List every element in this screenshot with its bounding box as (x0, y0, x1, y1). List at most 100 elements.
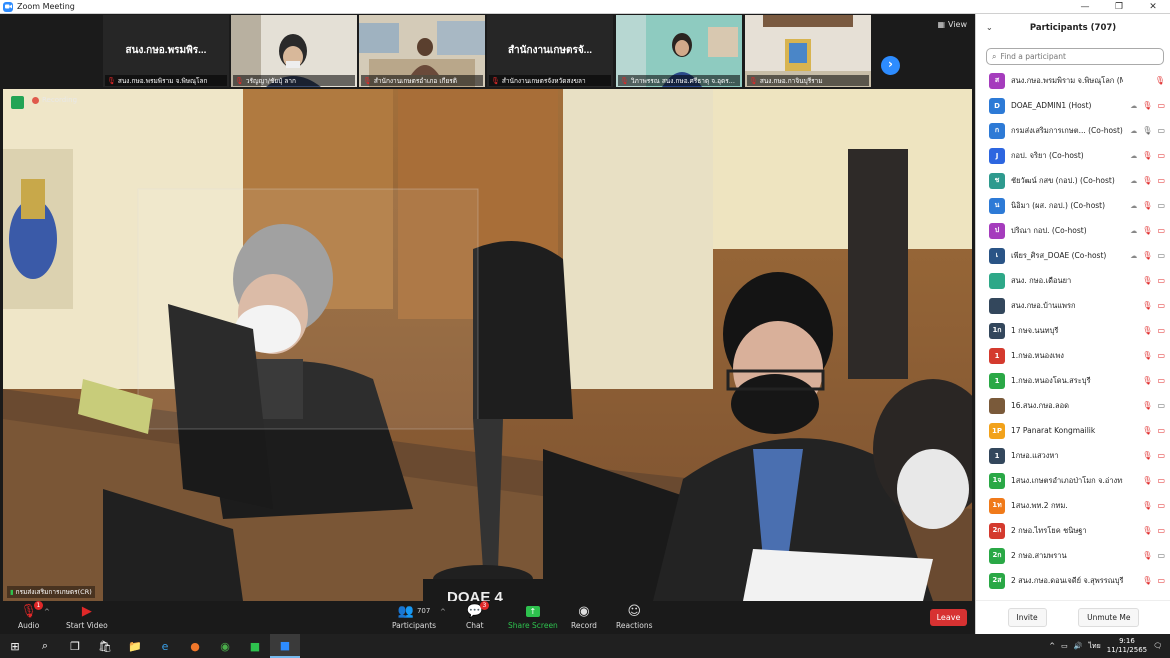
firefox-icon[interactable]: ● (180, 634, 210, 658)
zoom-icon[interactable]: ■ (270, 634, 300, 658)
explorer-icon[interactable]: 📁 (120, 634, 150, 658)
camera-off-icon[interactable]: ▭ (1157, 501, 1165, 510)
participant-row[interactable]: ช ชัยวัฒน์ กสข (กอป.) (Co-host) ☁ 🎙 ▭ (976, 168, 1170, 193)
gallery-tile[interactable]: 🎙 วิภาพรรณ สนง.กษอ.ศรีธาตุ จ.อุดร... (616, 15, 742, 87)
participant-row[interactable]: 1ก 1 กษจ.นนทบุรี 🎙 ▭ (976, 318, 1170, 343)
camera-on-icon[interactable]: ▭ (1157, 251, 1165, 260)
gallery-tile[interactable]: สำนักงานเกษตรจั... 🎙 สำนักงานเกษตรจังหวัด… (487, 15, 613, 87)
participant-row[interactable]: 2ส 2 สนง.กษอ.ดอนเจดีย์ จ.สุพรรณบุรี 🎙 ▭ (976, 568, 1170, 593)
camera-off-icon[interactable]: ▭ (1157, 451, 1165, 460)
audio-options-caret-icon[interactable]: ^ (44, 608, 50, 616)
edge-icon[interactable]: e (150, 634, 180, 658)
camera-off-icon[interactable]: ▭ (1157, 376, 1165, 385)
start-icon[interactable]: ⊞ (0, 634, 30, 658)
close-window-button[interactable]: ✕ (1136, 0, 1170, 14)
camera-on-icon[interactable]: ▭ (1157, 551, 1165, 560)
participant-row[interactable]: 1ท 1สนง.พท.2 กทม. 🎙 ▭ (976, 493, 1170, 518)
camera-off-icon[interactable]: ▭ (1157, 226, 1165, 235)
mic-muted-icon[interactable]: 🎙 (1142, 551, 1152, 560)
minimize-button[interactable]: — (1068, 0, 1102, 14)
participant-search-input[interactable] (1000, 52, 1151, 61)
camera-on-icon[interactable]: ▭ (1157, 201, 1165, 210)
camera-on-icon[interactable]: ▭ (1157, 126, 1165, 135)
participant-row[interactable]: ส สนง.กษอ.พรมพิราม จ.พิษณุโลก (Me) 🎙 (976, 68, 1170, 93)
maximize-button[interactable]: ❐ (1102, 0, 1136, 14)
camera-off-icon[interactable]: ▭ (1157, 101, 1165, 110)
audio-button[interactable]: 🎙 1 Audio (18, 601, 43, 630)
unmute-me-button[interactable]: Unmute Me (1078, 608, 1140, 627)
mic-muted-icon[interactable]: 🎙 (1142, 151, 1152, 160)
mic-muted-icon[interactable]: 🎙 (1142, 476, 1152, 485)
mic-muted-icon[interactable]: 🎙 (1155, 76, 1165, 85)
mic-muted-icon[interactable]: 🎙 (1142, 576, 1152, 585)
camera-off-icon[interactable]: ▭ (1157, 351, 1165, 360)
next-page-arrow-icon[interactable]: › (881, 56, 900, 75)
camera-off-icon[interactable]: ▭ (1157, 276, 1165, 285)
camera-off-icon[interactable]: ▭ (1157, 151, 1165, 160)
participant-row[interactable]: D DOAE_ADMIN1 (Host) ☁ 🎙 ▭ (976, 93, 1170, 118)
participant-row[interactable]: ก กรมส่งเสริมการเกษต... (Co-host) ☁ 🎙 ▭ (976, 118, 1170, 143)
mic-muted-icon[interactable]: 🎙 (1142, 426, 1152, 435)
participant-row[interactable]: 1 1.กษอ.หนองเพง 🎙 ▭ (976, 343, 1170, 368)
notifications-icon[interactable]: 🗨 (1153, 642, 1162, 650)
record-button[interactable]: ◉ Record (571, 603, 597, 631)
mic-muted-icon[interactable]: 🎙 (1142, 526, 1152, 535)
mic-muted-icon[interactable]: 🎙 (1142, 301, 1152, 310)
participant-row[interactable]: J กอป. จริยา (Co-host) ☁ 🎙 ▭ (976, 143, 1170, 168)
gallery-tile[interactable]: สนง.กษอ.พรมพิร... 🎙 สนง.กษอ.พรมพิราม จ.พิ… (103, 15, 229, 87)
participant-row[interactable]: เ เพียร_ศิรส_DOAE (Co-host) ☁ 🎙 ▭ (976, 243, 1170, 268)
task-view-icon[interactable]: ❐ (60, 634, 90, 658)
participant-row[interactable]: 1จ 1สนง.เกษตรอำเภอป่าโมก จ.อ่างทอง 🎙 ▭ (976, 468, 1170, 493)
mic-muted-icon[interactable]: 🎙 (1142, 351, 1152, 360)
participant-row[interactable]: 1 1.กษอ.หนองโดน.สระบุรี 🎙 ▭ (976, 368, 1170, 393)
mic-muted-icon[interactable]: 🎙 (1142, 276, 1152, 285)
participants-button[interactable]: 👥 707 Participants (392, 603, 436, 631)
clock[interactable]: 9:16 11/11/2565 (1107, 637, 1147, 655)
participants-options-caret-icon[interactable]: ^ (440, 608, 446, 616)
mic-muted-icon[interactable]: 🎙 (1142, 201, 1152, 210)
participant-row[interactable]: สนง. กษอ.เดือนยา 🎙 ▭ (976, 268, 1170, 293)
gallery-tile[interactable]: 🎙 สำนักงานเกษตรอำเภอ เกียรติ (359, 15, 485, 87)
leave-button[interactable]: Leave (930, 609, 967, 626)
search-icon[interactable]: ⌕ (30, 634, 60, 658)
camera-off-icon[interactable]: ▭ (1157, 576, 1165, 585)
mic-muted-icon[interactable]: 🎙 (1142, 101, 1152, 110)
mic-muted-icon[interactable]: 🎙 (1142, 401, 1152, 410)
participant-row[interactable]: 2ก 2 กษอ.ไทรโยค ชนิษฐา 🎙 ▭ (976, 518, 1170, 543)
store-icon[interactable]: 🛍 (90, 634, 120, 658)
mic-muted-icon[interactable]: 🎙 (1142, 251, 1152, 260)
encryption-shield-icon[interactable] (11, 96, 24, 109)
collapse-chevron-icon[interactable]: ⌄ (986, 23, 993, 32)
line-icon[interactable]: ■ (240, 634, 270, 658)
camera-off-icon[interactable]: ▭ (1157, 426, 1165, 435)
share-screen-button[interactable]: ↑ Share Screen (508, 603, 558, 630)
participant-row[interactable]: ป ปริณา กอป. (Co-host) ☁ 🎙 ▭ (976, 218, 1170, 243)
mic-muted-icon[interactable]: 🎙 (1142, 376, 1152, 385)
tray-up-arrow-icon[interactable]: ^ (1049, 642, 1055, 650)
camera-off-icon[interactable]: ▭ (1157, 526, 1165, 535)
start-video-button[interactable]: ▶ Start Video (66, 603, 108, 631)
camera-off-icon[interactable]: ▭ (1157, 326, 1165, 335)
gallery-tile[interactable]: 🎙 วรัญญา/ชัยปุ๋ ลาก (231, 15, 357, 87)
participant-row[interactable] (976, 593, 1170, 598)
volume-icon[interactable]: 🔊 (1074, 642, 1083, 650)
camera-off-icon[interactable]: ▭ (1157, 176, 1165, 185)
mic-muted-icon[interactable]: 🎙 (1142, 326, 1152, 335)
mic-muted-icon[interactable]: 🎙 (1142, 501, 1152, 510)
camera-off-icon[interactable]: ▭ (1157, 301, 1165, 310)
mic-muted-icon[interactable]: 🎙 (1142, 176, 1152, 185)
camera-on-icon[interactable]: ▭ (1157, 401, 1165, 410)
chrome-icon[interactable]: ◉ (210, 634, 240, 658)
mic-muted-icon[interactable]: 🎙 (1142, 226, 1152, 235)
mic-on-icon[interactable]: 🎙 (1142, 126, 1152, 135)
reactions-button[interactable]: ☺ Reactions (616, 603, 652, 631)
participant-row[interactable]: 1 1กษอ.แสวงหา 🎙 ▭ (976, 443, 1170, 468)
invite-button[interactable]: Invite (1007, 608, 1047, 627)
view-button[interactable]: ▦ View (937, 20, 967, 29)
participant-row[interactable]: สนง.กษอ.บ้านแพรก 🎙 ▭ (976, 293, 1170, 318)
language-indicator[interactable]: ไทย (1089, 641, 1101, 652)
participant-row[interactable]: 2ก 2 กษอ.สามพราน 🎙 ▭ (976, 543, 1170, 568)
participant-row[interactable]: 1P 17 Panarat Kongmailik 🎙 ▭ (976, 418, 1170, 443)
participant-search[interactable]: ⌕ (986, 48, 1164, 65)
camera-off-icon[interactable]: ▭ (1157, 476, 1165, 485)
